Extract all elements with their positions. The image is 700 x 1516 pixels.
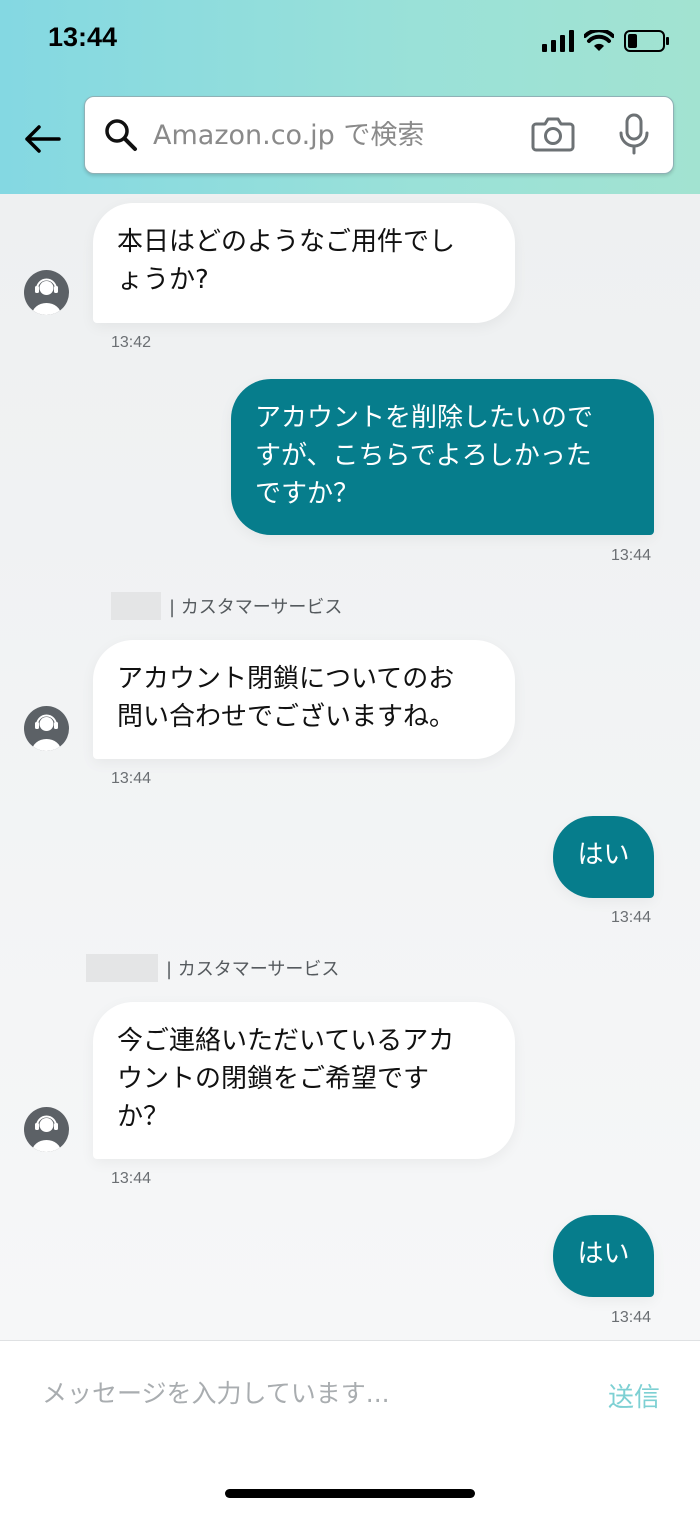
- search-icon: [105, 119, 137, 151]
- message-timestamp: 13:44: [611, 909, 652, 926]
- headset-agent-icon: [32, 714, 61, 751]
- header: 13:44: [0, 0, 700, 194]
- battery-icon: [624, 30, 669, 52]
- agent-message-bubble: アカウント閉鎖についてのお 問い合わせでございますね。: [93, 640, 515, 759]
- send-button[interactable]: 送信: [608, 1377, 660, 1414]
- message-input[interactable]: [42, 1373, 562, 1413]
- user-message-bubble: はい: [553, 1215, 654, 1297]
- agent-avatar: [24, 270, 69, 315]
- cellular-signal-icon: [542, 30, 574, 52]
- agent-avatar: [24, 706, 69, 751]
- camera-icon[interactable]: [531, 115, 575, 153]
- microphone-icon[interactable]: [617, 113, 651, 155]
- chat-transcript[interactable]: 本日はどのようなご用件でし ょうか? 13:42 アカウントを削除したいので す…: [0, 194, 700, 1340]
- status-icons: [542, 30, 670, 52]
- headset-agent-icon: [32, 278, 61, 315]
- sender-label: | カスタマーサービス: [111, 592, 342, 620]
- agent-message-bubble: 本日はどのようなご用件でし ょうか?: [93, 203, 515, 323]
- search-input[interactable]: [153, 115, 513, 155]
- redacted-agent-name: [86, 954, 158, 982]
- message-timestamp: 13:44: [111, 1170, 152, 1187]
- message-timestamp: 13:42: [111, 334, 152, 351]
- message-timestamp: 13:44: [611, 1309, 652, 1326]
- status-time: 13:44: [48, 22, 118, 52]
- agent-message-bubble: 今ご連絡いただいているアカ ウントの閉鎖をご希望です か？: [93, 1002, 515, 1159]
- message-timestamp: 13:44: [111, 770, 152, 787]
- redacted-agent-name: [111, 592, 161, 620]
- headset-agent-icon: [32, 1115, 61, 1152]
- user-message-bubble: はい: [553, 816, 654, 898]
- message-timestamp: 13:44: [611, 547, 652, 564]
- wifi-icon: [584, 30, 614, 51]
- home-indicator[interactable]: [225, 1489, 475, 1498]
- back-arrow-icon: [25, 125, 61, 153]
- search-box[interactable]: [84, 96, 674, 174]
- user-message-bubble: アカウントを削除したいので すが、こちらでよろしかった ですか？: [231, 379, 654, 535]
- sender-label: | カスタマーサービス: [86, 954, 339, 982]
- agent-avatar: [24, 1107, 69, 1152]
- back-button[interactable]: [20, 117, 64, 161]
